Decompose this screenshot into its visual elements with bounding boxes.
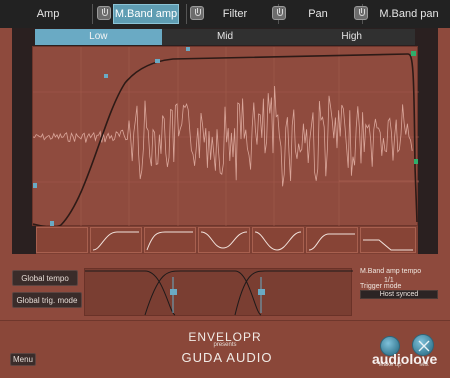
crossover-handle-high[interactable] xyxy=(258,289,265,295)
crossover-curve xyxy=(144,270,262,316)
tab-filter-label: Filter xyxy=(222,8,248,20)
power-icon[interactable] xyxy=(190,6,204,20)
shape-preset-2[interactable] xyxy=(90,227,142,253)
preset-curve xyxy=(308,233,355,251)
tab-pan-label: Pan xyxy=(308,8,328,20)
preset-curve xyxy=(92,231,139,251)
global-tempo-button[interactable]: Global tempo xyxy=(12,270,78,286)
power-icon[interactable] xyxy=(272,6,286,20)
trigger-mode-select[interactable]: Host synced xyxy=(360,290,438,299)
envelope-node[interactable] xyxy=(414,159,418,164)
tab-mband-pan-label: M.Band pan xyxy=(379,8,439,20)
envelope-graph-svg xyxy=(32,47,419,229)
logo-guda-audio: GUDA AUDIO xyxy=(181,350,273,365)
envelope-graph[interactable] xyxy=(32,46,419,229)
shape-preset-7[interactable] xyxy=(360,227,416,253)
top-tab-bar: Amp M.Band amp Filter Pan M.Band pan xyxy=(0,0,450,28)
band-selector: Low Mid High xyxy=(35,29,415,45)
crossover-handle-low[interactable] xyxy=(170,289,177,295)
tab-mband-amp-label: M.Band amp xyxy=(114,8,178,20)
tab-mband-amp[interactable]: M.Band amp xyxy=(113,4,179,24)
power-icon[interactable] xyxy=(97,6,111,20)
envelope-node[interactable] xyxy=(411,51,416,56)
envelope-node[interactable] xyxy=(155,59,160,63)
tab-divider xyxy=(92,4,93,24)
shape-presets xyxy=(36,226,418,254)
envelopr-plugin-window: Amp M.Band amp Filter Pan M.Band pan Low… xyxy=(0,0,450,378)
shape-preset-6[interactable] xyxy=(306,227,358,253)
shape-preset-3[interactable] xyxy=(144,227,196,253)
shape-preset-5[interactable] xyxy=(252,227,304,253)
shape-preset-1[interactable] xyxy=(36,227,88,253)
trigger-label: Trigger mode xyxy=(360,283,402,290)
logo-presents: presents xyxy=(213,342,237,348)
tab-filter[interactable]: Filter xyxy=(205,4,265,24)
band-tab-low[interactable]: Low xyxy=(35,29,162,45)
tab-amp[interactable]: Amp xyxy=(6,4,90,24)
crossover-display[interactable] xyxy=(84,268,353,316)
envelope-handle[interactable] xyxy=(104,74,108,78)
preset-curve xyxy=(363,239,413,251)
envelope-handle[interactable] xyxy=(186,47,190,51)
power-icon[interactable] xyxy=(354,6,368,20)
tempo-label: M.Band amp tempo xyxy=(360,268,422,275)
global-trig-mode-button[interactable]: Global trig. mode xyxy=(12,292,82,308)
tab-pan[interactable]: Pan xyxy=(290,4,346,24)
envelope-node[interactable] xyxy=(33,183,37,188)
preset-curve xyxy=(254,231,302,251)
band-tab-high[interactable]: High xyxy=(288,29,415,45)
tab-amp-label: Amp xyxy=(36,8,60,20)
watermark-text: audiolove xyxy=(372,351,438,367)
tab-divider xyxy=(186,4,187,24)
menu-button[interactable]: Menu xyxy=(10,353,36,366)
preset-curve xyxy=(146,231,193,251)
crossover-curve xyxy=(234,270,353,316)
band-tab-mid[interactable]: Mid xyxy=(162,29,289,45)
crossover-svg xyxy=(85,270,353,316)
envelope-curve[interactable] xyxy=(32,53,418,229)
preset-curve xyxy=(200,231,248,249)
tab-mband-pan[interactable]: M.Band pan xyxy=(372,4,446,24)
shape-preset-4[interactable] xyxy=(198,227,250,253)
